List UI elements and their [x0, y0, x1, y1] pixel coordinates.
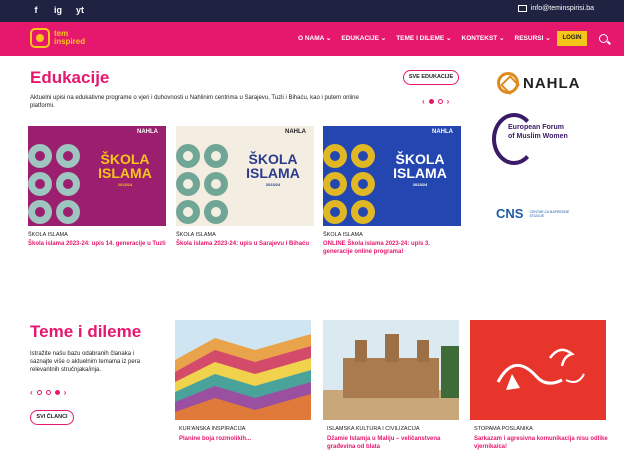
- skola-line3: 2023/24: [412, 182, 428, 187]
- efomw-line1: European Forum: [508, 124, 565, 131]
- nahla-badge: NAHLA: [285, 129, 306, 135]
- menu-item-teme-i-dileme[interactable]: TEME I DILEME ⌄: [396, 34, 451, 42]
- pattern-graphic: [323, 144, 375, 224]
- skola-line1: ŠKOLA: [100, 151, 150, 167]
- next-arrow-icon[interactable]: ›: [447, 97, 450, 106]
- menu-item-resursi[interactable]: RESURSI ⌄: [515, 34, 551, 42]
- prev-arrow-icon[interactable]: ‹: [30, 388, 33, 397]
- youtube-icon[interactable]: yt: [74, 4, 86, 16]
- pager-dot[interactable]: [36, 390, 42, 395]
- education-card[interactable]: NAHLA ŠKOLA ISLAMA 2023/24 ŠKOLA ISLAMA …: [176, 126, 314, 248]
- facebook-icon[interactable]: f: [30, 4, 42, 16]
- menu-item-edukacije[interactable]: EDUKACIJE ⌄: [341, 34, 386, 42]
- prev-arrow-icon[interactable]: ‹: [422, 97, 425, 106]
- next-arrow-icon[interactable]: ›: [64, 388, 67, 397]
- skola-line2: ISLAMA: [393, 165, 447, 181]
- nahla-knot-icon: [497, 72, 519, 94]
- all-education-button[interactable]: SVE EDUKACIJE: [403, 70, 459, 85]
- pager-dot[interactable]: [45, 390, 51, 395]
- article-category[interactable]: KUR'ANSKA INSPIRACIJA: [179, 426, 245, 432]
- edukacije-pager: ‹ ›: [422, 97, 449, 106]
- instagram-icon[interactable]: ig: [52, 4, 64, 16]
- email-text[interactable]: info@teminspirisi.ba: [531, 5, 594, 12]
- menu-item-kontekst[interactable]: KONTEKST ⌄: [462, 34, 505, 42]
- card-image[interactable]: NAHLA ŠKOLA ISLAMA 2023/24: [323, 126, 461, 226]
- pattern-graphic: [176, 144, 228, 224]
- card-title[interactable]: ONLINE Škola islama 2023-24: upis 3. gen…: [323, 240, 461, 256]
- partner-logo-efomw[interactable]: European Forum of Muslim Women: [492, 113, 588, 165]
- education-card[interactable]: NAHLA ŠKOLA ISLAMA 2023/24 ŠKOLA ISLAMA …: [28, 126, 166, 248]
- pattern-graphic: [28, 144, 80, 224]
- nahla-badge: NAHLA: [432, 129, 453, 135]
- card-category[interactable]: ŠKOLA ISLAMA: [323, 232, 461, 238]
- edukacije-intro: Aktuelni upisi na edukativne programe o …: [30, 95, 359, 109]
- teme-intro: Istražite našu bazu odabranih članaka i …: [30, 351, 141, 373]
- sarcasm-illustration: [470, 320, 606, 420]
- skola-line2: ISLAMA: [246, 165, 300, 181]
- card-title[interactable]: Škola islama 2023-24: upis u Sarajevu i …: [176, 240, 314, 248]
- card-image[interactable]: NAHLA ŠKOLA ISLAMA 2023/24: [176, 126, 314, 226]
- rainbow-mountain-photo: [175, 320, 311, 420]
- article-category[interactable]: STOPAMA POSLANIKA: [474, 426, 533, 432]
- section-title-edukacije: Edukacije: [30, 68, 110, 87]
- article-title[interactable]: Džamie Istamja u Maliju – veličanstvena …: [327, 435, 463, 451]
- article-title[interactable]: Sarkazam i agresivna komunikacija nisu o…: [474, 435, 610, 451]
- nahla-wordmark: NAHLA: [523, 74, 581, 92]
- search-icon[interactable]: [599, 34, 608, 43]
- article-title[interactable]: Planine boja rozmolikih...: [179, 435, 315, 443]
- skola-line1: ŠKOLA: [395, 151, 445, 167]
- card-category[interactable]: ŠKOLA ISLAMA: [176, 232, 314, 238]
- all-articles-button[interactable]: SVI ČLANCI: [30, 410, 74, 425]
- partner-logo-nahla[interactable]: NAHLA: [497, 72, 581, 94]
- card-title[interactable]: Škola islama 2023-24: upis 14. generacij…: [28, 240, 166, 248]
- partner-logo-cns[interactable]: CNS CENTAR ZA NAPREDNE STUDIJE: [496, 206, 581, 221]
- skola-line3: 2023/24: [265, 182, 281, 187]
- top-bar: f ig yt info@teminspirisi.ba: [0, 0, 624, 22]
- article-image[interactable]: [323, 320, 459, 420]
- djenne-mosque-photo: [323, 320, 459, 420]
- contact-email[interactable]: info@teminspirisi.ba: [517, 5, 594, 12]
- card-image[interactable]: NAHLA ŠKOLA ISLAMA 2023/24: [28, 126, 166, 226]
- section-title-teme: Teme i dileme: [30, 322, 142, 341]
- pager-dot[interactable]: [54, 390, 60, 395]
- logo-mark-icon: [30, 28, 50, 48]
- article-image[interactable]: [470, 320, 606, 420]
- menu: O NAMA ⌄ EDUKACIJE ⌄ TEME I DILEME ⌄ KON…: [298, 34, 551, 42]
- article-image[interactable]: [175, 320, 311, 420]
- pager-dot[interactable]: [428, 99, 434, 104]
- card-category[interactable]: ŠKOLA ISLAMA: [28, 232, 166, 238]
- menu-item-o-nama[interactable]: O NAMA ⌄: [298, 34, 331, 42]
- cns-subtitle: CENTAR ZA NAPREDNE STUDIJE: [529, 209, 570, 218]
- nahla-badge: NAHLA: [137, 129, 158, 135]
- skola-line3: 2023/24: [117, 182, 133, 187]
- login-button[interactable]: LOGIN: [557, 31, 587, 46]
- cns-wordmark: CNS: [496, 206, 524, 221]
- site-logo[interactable]: tem inspired: [30, 28, 85, 48]
- skola-line2: ISLAMA: [98, 165, 152, 181]
- skola-line1: ŠKOLA: [248, 151, 298, 167]
- main-navigation: tem inspired O NAMA ⌄ EDUKACIJE ⌄ TEME I…: [0, 22, 624, 56]
- pager-dot[interactable]: [437, 99, 443, 104]
- social-links: f ig yt: [30, 4, 86, 16]
- envelope-icon: [517, 5, 527, 12]
- teme-pager: ‹ ›: [30, 388, 66, 397]
- article-category[interactable]: ISLAMSKA KULTURA I CIVILIZACIJA: [327, 426, 420, 432]
- education-card[interactable]: NAHLA ŠKOLA ISLAMA 2023/24 ŠKOLA ISLAMA …: [323, 126, 461, 256]
- logo-line2: inspired: [54, 37, 86, 46]
- efomw-line2: of Muslim Women: [508, 133, 568, 140]
